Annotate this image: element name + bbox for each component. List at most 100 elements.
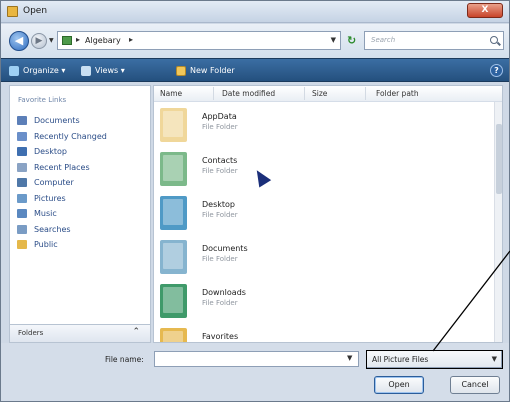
address-bar[interactable]: ▸ Algebary ▸ ▼ [57,31,341,50]
sidebar-item-pictures[interactable]: Pictures [14,191,150,207]
new-folder-icon [176,66,186,76]
computer-icon [17,178,27,187]
file-row[interactable]: FavoritesFile Folder [154,324,489,342]
folder-icon [160,284,187,318]
file-row[interactable]: Documents File Folder [154,236,489,280]
sidebar-item-recently-changed[interactable]: Recently Changed [14,129,150,145]
filter-highlight-box [366,350,503,369]
open-dialog: Open X ◀ ▶ ▼ ▸ Algebary ▸ ▼ ↻ Search Org… [0,0,510,402]
file-name: Contacts [202,156,238,165]
scrollbar-thumb[interactable] [496,124,502,194]
searches-icon [17,224,27,234]
folder-icon [160,152,187,186]
organize-button[interactable]: Organize ▾ [9,64,65,78]
breadcrumb-separator-icon[interactable]: ▸ [76,35,80,44]
help-icon[interactable]: ? [490,64,503,77]
file-type: File Folder [202,123,238,131]
sidebar-item-label: Music [34,209,57,218]
file-name-dropdown-icon[interactable]: ▼ [347,354,352,362]
recently-changed-icon [17,131,27,141]
column-divider[interactable] [304,87,305,100]
new-folder-button[interactable]: New Folder [176,64,235,78]
app-icon [7,6,18,17]
sidebar-item-documents[interactable]: Documents [14,113,150,129]
organize-icon [9,66,19,76]
sidebar-item-public[interactable]: Public [14,237,150,253]
views-icon [81,66,91,76]
file-name: Downloads [202,288,246,297]
pictures-icon [17,193,27,203]
folder-icon [62,36,72,45]
sidebar-item-label: Computer [34,178,74,187]
sidebar-item-recent-places[interactable]: Recent Places [14,160,150,176]
sidebar-item-label: Searches [34,224,71,234]
open-button[interactable]: Open [374,376,424,394]
sidebar-item-label: Public [34,240,58,249]
file-name: AppData [202,112,237,121]
file-row[interactable]: Contacts File Folder [154,148,489,192]
favorite-links-list: Documents Recently Changed Desktop Recent P… [14,113,150,253]
sidebar-item-label: Recent Places [34,162,90,172]
file-type: File Folder [202,299,238,307]
forward-button[interactable]: ▶ [31,33,47,49]
file-row[interactable]: Desktop File Folder [154,192,489,236]
folder-icon [160,328,187,342]
column-divider[interactable] [365,87,366,100]
file-type: File Folder [202,211,238,219]
sidebar-item-label: Documents [34,116,80,125]
file-name: Favorites [202,332,239,341]
file-type: File Folder [202,255,238,263]
desktop-icon [17,147,27,156]
favorite-links-header: Favorite Links [18,96,67,104]
file-row[interactable]: AppData File Folder [154,104,489,148]
back-button[interactable]: ◀ [9,31,29,51]
sidebar-item-music[interactable]: Music [14,206,150,222]
file-type: File Folder [202,167,238,175]
documents-icon [17,116,27,125]
sidebar-item-label: Pictures [34,193,66,203]
views-label: Views ▾ [95,66,125,75]
column-divider[interactable] [213,87,214,100]
file-name-input[interactable] [154,351,359,367]
column-header-size[interactable]: Size [312,89,327,98]
folder-icon [160,196,187,230]
search-input[interactable]: Search [364,31,504,50]
refresh-icon[interactable]: ↻ [347,35,361,47]
breadcrumb-arrow-icon[interactable]: ▸ [129,35,133,44]
sidebar-item-label: Recently Changed [34,131,107,141]
breadcrumb-item[interactable]: Algebary [85,36,121,45]
command-toolbar: Organize ▾ Views ▾ New Folder ? [1,58,509,82]
views-button[interactable]: Views ▾ [81,64,125,78]
file-name: Documents [202,244,248,253]
sidebar-item-searches[interactable]: Searches [14,222,150,238]
folders-label: Folders [18,329,44,337]
chevron-up-icon[interactable]: ⌃ [132,327,140,337]
public-icon [17,240,27,249]
file-name: Desktop [202,200,235,209]
column-header-date-modified[interactable]: Date modified [222,89,275,98]
file-row[interactable]: Downloads File Folder [154,280,489,324]
navigation-pane: Favorite Links Documents Recently Changed… [9,85,151,343]
history-dropdown-icon[interactable]: ▼ [49,37,54,44]
address-dropdown-icon[interactable]: ▼ [331,36,336,44]
music-icon [17,209,27,218]
vertical-scrollbar[interactable] [494,102,502,342]
sidebar-item-desktop[interactable]: Desktop [14,144,150,160]
cancel-button[interactable]: Cancel [450,376,500,394]
file-list-pane: Name Date modified Size Folder path AppD… [153,85,503,343]
window-title: Open [23,6,48,16]
search-placeholder: Search [371,36,396,44]
folders-toggle[interactable]: Folders ⌃ [9,324,151,343]
search-icon[interactable] [490,36,498,44]
file-name-label: File name: [105,355,144,364]
folder-icon [160,240,187,274]
close-button[interactable]: X [467,3,503,18]
recent-places-icon [17,162,27,172]
folder-icon [160,108,187,142]
title-bar: Open X [1,1,509,23]
column-header-name[interactable]: Name [160,89,182,98]
sidebar-item-label: Desktop [34,147,67,156]
sidebar-item-computer[interactable]: Computer [14,175,150,191]
column-headers: Name Date modified Size Folder path [154,86,502,102]
column-header-folder-path[interactable]: Folder path [376,89,419,98]
